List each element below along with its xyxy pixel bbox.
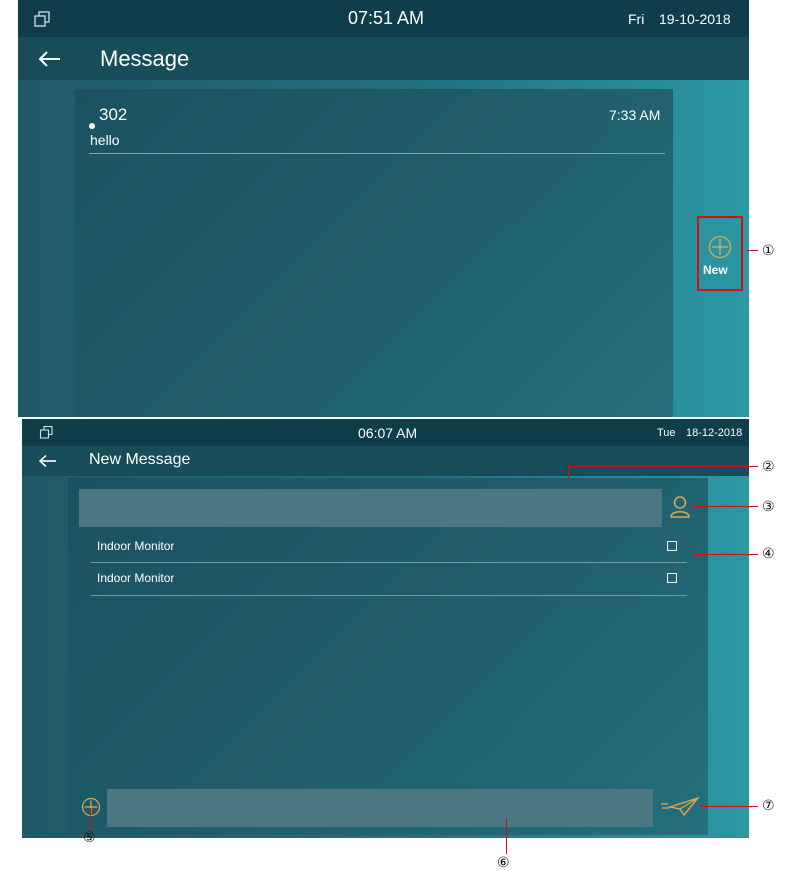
callout-line-4 xyxy=(694,554,758,555)
message-screen: 07:51 AM Fri 19-10-2018 Message 302 hell… xyxy=(18,0,749,417)
contact-checkbox[interactable] xyxy=(667,541,677,551)
callout-line-7 xyxy=(700,806,758,807)
title-bar: Message xyxy=(18,37,749,80)
status-day: Tue xyxy=(657,427,676,439)
status-bar: 07:51 AM Fri 19-10-2018 xyxy=(18,0,749,37)
new-message-button[interactable]: New xyxy=(697,216,743,291)
callout-line-2 xyxy=(568,466,569,480)
status-day: Fri xyxy=(628,11,645,27)
status-time: 06:07 AM xyxy=(358,425,418,441)
callout-number-7: ⑦ xyxy=(762,798,775,814)
callout-line-3 xyxy=(693,506,758,507)
message-time: 7:33 AM xyxy=(609,107,661,123)
add-circle-icon xyxy=(708,235,732,259)
new-message-panel: Indoor Monitor Indoor Monitor xyxy=(68,478,708,835)
recipient-input[interactable] xyxy=(79,489,662,527)
new-message-screen: 06:07 AM Tue 18-12-2018 New Message Indo… xyxy=(22,419,749,838)
new-button-label: New xyxy=(703,263,728,277)
callout-number-4: ④ xyxy=(762,546,775,562)
message-item[interactable]: 302 hello 7:33 AM xyxy=(89,101,665,154)
callout-number-2: ② xyxy=(762,459,775,475)
contact-name: Indoor Monitor xyxy=(97,571,175,585)
callout-line-1 xyxy=(747,250,758,251)
message-body: hello xyxy=(90,132,120,148)
callout-number-5: ⑤ xyxy=(83,830,96,846)
contact-row[interactable]: Indoor Monitor xyxy=(91,563,687,596)
callout-number-3: ③ xyxy=(762,499,775,515)
back-arrow-icon[interactable] xyxy=(38,50,62,68)
page-title: New Message xyxy=(89,451,191,468)
status-date: 18-12-2018 xyxy=(686,427,743,439)
page-title: Message xyxy=(100,46,190,71)
message-list-panel: 302 hello 7:33 AM xyxy=(75,89,673,417)
send-icon[interactable] xyxy=(660,795,700,817)
status-time: 07:51 AM xyxy=(348,8,425,28)
callout-line-2 xyxy=(568,466,758,467)
contact-name: Indoor Monitor xyxy=(97,539,175,553)
callout-number-6: ⑥ xyxy=(497,855,510,871)
callout-number-1: ① xyxy=(762,243,775,259)
status-date: 19-10-2018 xyxy=(659,11,731,27)
contacts-person-icon[interactable] xyxy=(669,495,691,519)
contact-row[interactable]: Indoor Monitor xyxy=(91,531,687,563)
add-attachment-icon[interactable] xyxy=(81,797,101,817)
unread-dot-icon xyxy=(89,123,95,129)
window-icon xyxy=(39,425,53,439)
message-sender: 302 xyxy=(99,105,128,124)
callout-line-6 xyxy=(506,818,507,854)
status-bar: 06:07 AM Tue 18-12-2018 xyxy=(22,419,749,446)
callout-line-5 xyxy=(90,808,91,830)
back-arrow-icon[interactable] xyxy=(39,454,57,468)
message-text-input[interactable] xyxy=(107,789,653,827)
title-bar: New Message xyxy=(22,446,749,476)
contact-checkbox[interactable] xyxy=(667,573,677,583)
window-icon xyxy=(34,11,50,27)
